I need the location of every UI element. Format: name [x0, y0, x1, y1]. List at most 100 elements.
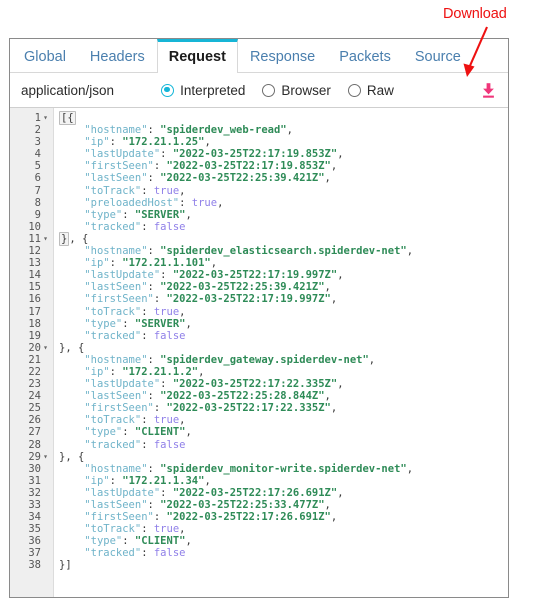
tab-label: Source	[414, 49, 461, 65]
radio-raw[interactable]: Raw	[347, 83, 394, 98]
code-line: "tracked": false	[59, 221, 508, 233]
token-punct: ,	[179, 523, 186, 536]
token-punct: ,	[330, 402, 338, 415]
token-punct: ,	[368, 353, 376, 366]
token-key: "hostname"	[84, 353, 148, 366]
code-line: "toTrack": true,	[59, 414, 508, 426]
token-punct: :	[141, 305, 154, 318]
code-line: "ip": "172.21.1.34",	[59, 475, 508, 487]
gutter-line: 4	[10, 148, 53, 160]
token-punct: ,	[330, 160, 338, 173]
token-key: "lastUpdate"	[84, 148, 161, 161]
token-key: "toTrack"	[84, 414, 142, 427]
download-button[interactable]	[477, 79, 499, 101]
gutter-line: 32	[10, 487, 53, 499]
token-punct: ,	[324, 499, 331, 511]
token-key: "lastUpdate"	[84, 269, 161, 282]
token-bool: false	[153, 438, 186, 451]
gutter-line: 23	[10, 378, 53, 390]
tab-headers[interactable]: Headers	[77, 39, 157, 72]
tab-label: Packets	[339, 49, 391, 65]
line-number: 31	[28, 474, 41, 487]
code-content[interactable]: [{ "hostname": "spiderdev_web-read", "ip…	[54, 108, 508, 597]
code-line: [{	[59, 111, 508, 125]
code-line: }, {	[59, 451, 508, 463]
code-line: "lastSeen": "2022-03-25T22:25:33.477Z",	[59, 499, 508, 511]
json-code-viewer[interactable]: 1 ▾ 2 3 4 5 6 7 8 9 10 11 ▾ 12 13 14 15 16 17 18 19 20 ▾ 21 22 23…	[10, 108, 508, 597]
token-punct: ,	[185, 317, 192, 330]
tab-response[interactable]: Response	[237, 39, 328, 72]
token-key: "tracked"	[84, 329, 142, 342]
gutter-line: 22	[10, 366, 53, 378]
token-punct: ,	[179, 305, 186, 318]
code-line: "firstSeen": "2022-03-25T22:17:19.997Z",	[59, 293, 508, 305]
download-annotation-label: Download	[443, 6, 507, 22]
token-key: "ip"	[84, 365, 110, 378]
token-punct: ,	[185, 208, 192, 221]
fold-toggle-icon[interactable]: ▾	[41, 343, 50, 352]
token-punct: ,	[179, 414, 186, 427]
tab-packets[interactable]: Packets	[327, 39, 403, 72]
line-number: 30	[28, 462, 41, 475]
token-bool: false	[153, 220, 186, 233]
line-number: 10	[28, 220, 41, 233]
token-bool: true	[153, 414, 180, 427]
fold-toggle-icon[interactable]: ▾	[41, 114, 50, 122]
line-number: 38	[28, 559, 41, 572]
tab-source[interactable]: Source	[402, 39, 473, 72]
code-line: "ip": "172.21.1.101",	[59, 257, 508, 269]
radio-browser[interactable]: Browser	[262, 83, 331, 98]
gutter-line: 6	[10, 172, 53, 184]
gutter-line: 13	[10, 257, 53, 269]
token-key: "toTrack"	[84, 523, 142, 536]
radio-interpreted[interactable]: Interpreted	[161, 83, 245, 98]
gutter-line: 16	[10, 293, 53, 305]
line-number: 36	[28, 535, 41, 548]
line-number: 21	[28, 353, 41, 366]
token-string: "SERVER"	[134, 208, 186, 221]
token-punct: :	[122, 426, 135, 439]
token-key: "preloadedHost"	[84, 196, 180, 209]
gutter-line: 35	[10, 523, 53, 535]
gutter-line: 14	[10, 269, 53, 281]
token-string: "2022-03-25T22:25:33.477Z"	[160, 499, 325, 511]
gutter-line: 26	[10, 414, 53, 426]
tab-global[interactable]: Global	[12, 39, 78, 72]
token-punct: :	[179, 196, 192, 209]
gutter-line: 25	[10, 402, 53, 414]
token-punct: :	[141, 438, 154, 451]
fold-toggle-icon[interactable]: ▾	[41, 234, 50, 243]
gutter-line: 7	[10, 185, 53, 197]
code-line: "type": "SERVER",	[59, 209, 508, 221]
token-string: "172.21.1.101"	[122, 257, 211, 270]
token-punct: , {	[69, 232, 89, 245]
gutter-line: 20 ▾	[10, 342, 53, 354]
tab-label: Global	[24, 49, 66, 65]
token-punct: :	[147, 499, 161, 511]
radio-mark-icon	[347, 83, 361, 97]
tab-label: Response	[249, 49, 316, 65]
token-string: "2022-03-25T22:17:22.335Z"	[172, 378, 338, 391]
line-number: 37	[28, 547, 41, 560]
code-line: "lastSeen": "2022-03-25T22:25:39.421Z",	[59, 281, 508, 293]
fold-toggle-icon[interactable]: ▾	[41, 452, 50, 461]
tab-request[interactable]: Request	[156, 39, 238, 73]
token-punct: :	[153, 511, 167, 524]
token-string: "2022-03-25T22:17:19.997Z"	[166, 293, 331, 306]
radio-mark-icon	[262, 83, 276, 97]
token-punct: ,	[337, 148, 344, 161]
code-line: }, {	[59, 342, 508, 354]
code-line: "type": "SERVER",	[59, 318, 508, 330]
token-key: "hostname"	[84, 124, 148, 137]
token-punct: ,	[185, 535, 192, 548]
token-punct: ,	[210, 257, 218, 270]
line-number: 12	[28, 245, 41, 258]
token-punct: ,	[185, 426, 192, 439]
token-punct: :	[141, 184, 154, 197]
gutter-line: 30	[10, 463, 53, 475]
